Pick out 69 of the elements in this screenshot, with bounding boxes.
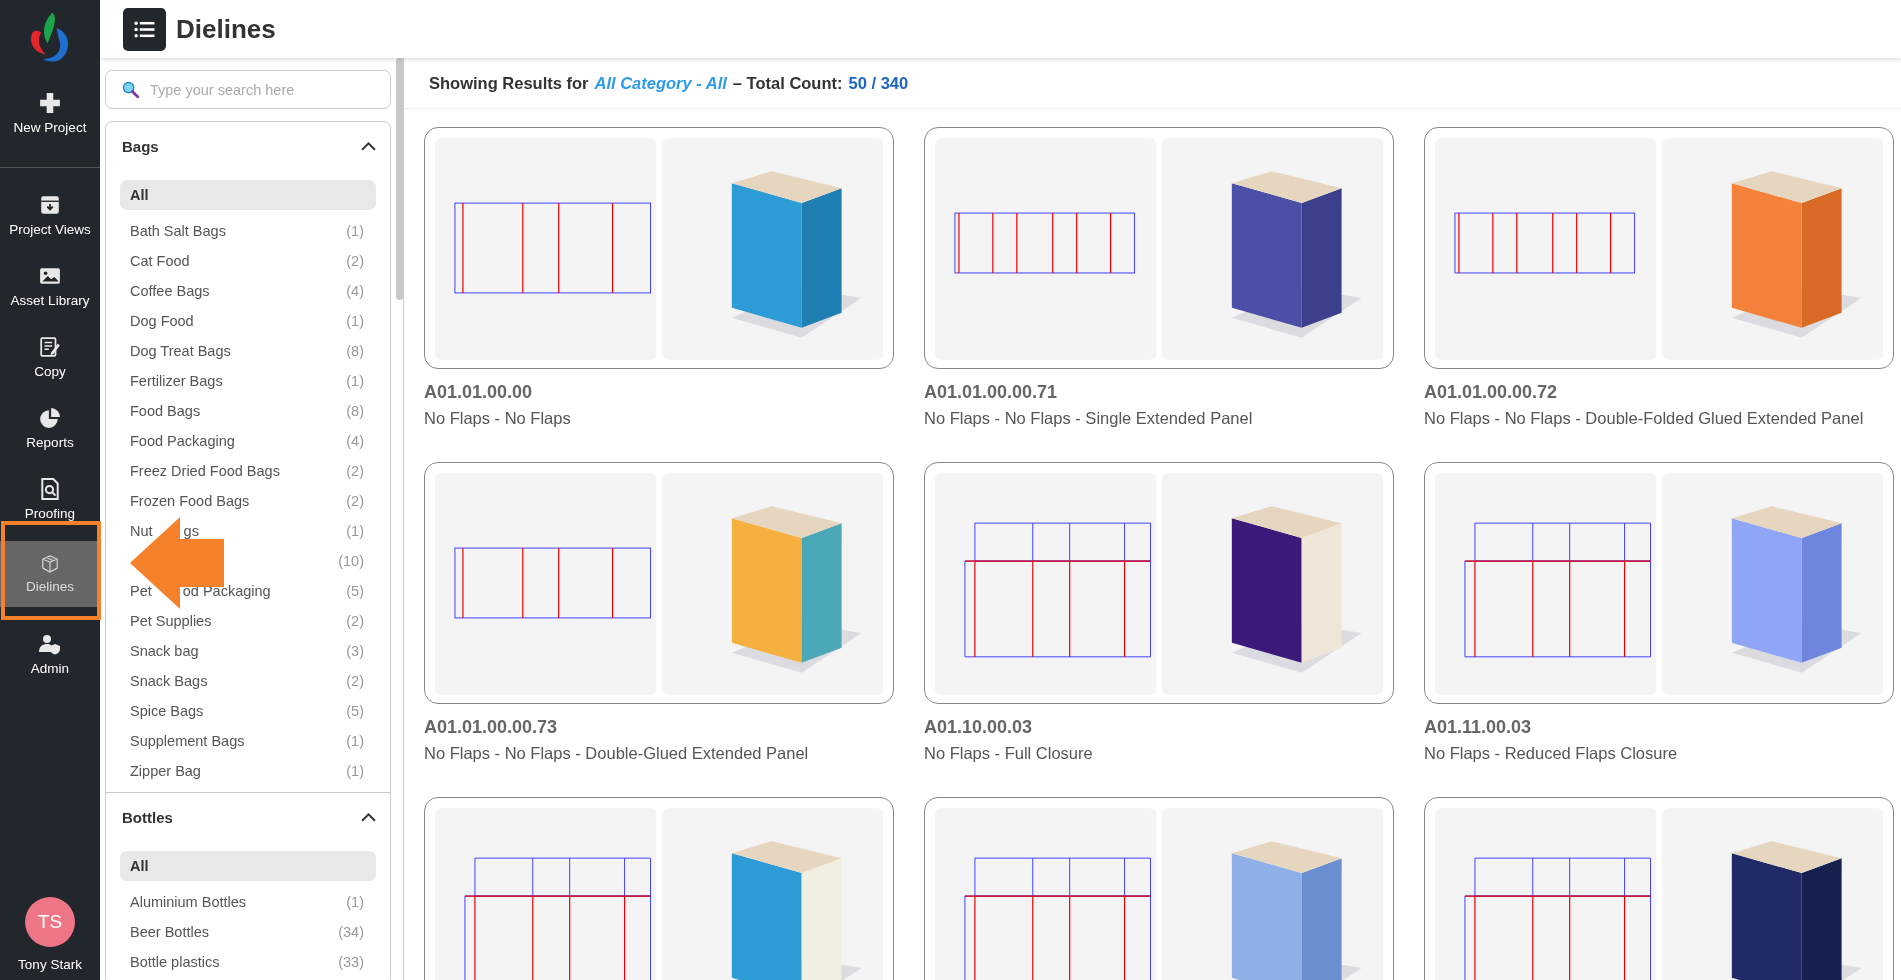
category-item[interactable]: Cat Food (2) <box>120 246 376 276</box>
dieline-description: No Flaps - Full Closure <box>924 744 1094 763</box>
user-name: Tony Stark <box>18 957 82 972</box>
category-item[interactable]: Fertilizer Bags (1) <box>120 366 376 396</box>
category-item[interactable]: Bath Salt Bags (1) <box>120 216 376 246</box>
category-item[interactable]: Bottle plastics (33) <box>120 947 376 977</box>
search-icon <box>122 81 139 98</box>
dieline-card[interactable] <box>1424 797 1894 980</box>
dieline-code: A01.01.00.00.73 <box>424 717 559 738</box>
nav-item[interactable]: Dielines <box>0 541 100 607</box>
document-search-icon <box>39 478 61 500</box>
archive-icon <box>39 194 61 216</box>
dieline-card[interactable] <box>924 462 1394 704</box>
nav-item[interactable]: New Project <box>0 88 100 168</box>
results-label: Showing Results for <box>429 73 589 93</box>
nav-item[interactable]: Proofing <box>0 464 100 535</box>
dieline-description: No Flaps - No Flaps - Double-Glued Extended Panel <box>424 744 810 763</box>
page-title: Dielines <box>176 13 276 45</box>
category-item[interactable]: Dog Treat Bags (8) <box>120 336 376 366</box>
category-item[interactable]: Pet Supplies (2) <box>120 606 376 636</box>
category-item[interactable]: Coffee Bags (4) <box>120 276 376 306</box>
category-item[interactable]: Supplement Bags (1) <box>120 726 376 756</box>
nav-item[interactable]: Reports <box>0 393 100 464</box>
dieline-description: No Flaps - No Flaps - Double-Folded Glued Extended Panel <box>1424 409 1865 428</box>
category-item[interactable]: Food Packaging (4) <box>120 426 376 456</box>
category-item[interactable]: All <box>120 851 376 881</box>
category-heading: Bottles <box>122 808 173 826</box>
dieline-description: No Flaps - No Flaps <box>424 409 572 428</box>
dieline-code: A01.01.00.00.72 <box>1424 382 1559 403</box>
category-item[interactable]: Spice Bags (5) <box>120 696 376 726</box>
category-heading: Bags <box>122 137 159 155</box>
dieline-card[interactable] <box>924 127 1394 369</box>
category-item[interactable]: Food Bags (8) <box>120 396 376 426</box>
category-item[interactable]: Zipper Bag (1) <box>120 756 376 786</box>
dieline-code: A01.11.00.03 <box>1424 717 1533 738</box>
category-item[interactable]: Snack Bags (2) <box>120 666 376 696</box>
category-item[interactable]: Beer Bottles (34) <box>120 917 376 947</box>
nav-item[interactable]: Copy <box>0 322 100 393</box>
chevron-icon[interactable] <box>361 812 376 822</box>
chevron-icon[interactable] <box>361 141 376 151</box>
user-shield-icon <box>39 633 61 655</box>
dieline-code: A01.10.00.03 <box>924 717 1034 738</box>
menu-button[interactable] <box>123 7 166 51</box>
category-item[interactable]: Pet od Packaging (5) <box>120 576 376 606</box>
image-icon <box>39 265 61 287</box>
pie-chart-icon <box>39 407 61 429</box>
category-filter-text: All Category - All <box>594 73 727 93</box>
dieline-description: No Flaps - Reduced Flaps Closure <box>1424 744 1679 763</box>
category-item[interactable]: All <box>120 180 376 210</box>
dieline-code: A01.01.00.00.71 <box>924 382 1059 403</box>
total-count: 50 / 340 <box>848 73 909 93</box>
plus-icon <box>39 92 61 114</box>
category-item[interactable]: Dog Food (1) <box>120 306 376 336</box>
box-icon <box>39 555 61 573</box>
dieline-description: No Flaps - No Flaps - Single Extended Panel <box>924 409 1254 428</box>
scrollbar-thumb[interactable] <box>396 58 403 300</box>
dieline-code: A01.01.00.00 <box>424 382 534 403</box>
nav-item[interactable]: Admin <box>0 619 100 690</box>
list-icon <box>134 20 155 38</box>
category-item[interactable]: Freez Dried Food Bags (2) <box>120 456 376 486</box>
total-count-label: – Total Count: <box>732 73 843 93</box>
category-item[interactable]: Frozen Food Bags (2) <box>120 486 376 516</box>
search-field[interactable]: Type your search here <box>105 70 391 109</box>
category-item[interactable]: Aluminium Bottles (1) <box>120 887 376 917</box>
category-item[interactable]: Nut gs (1) <box>120 516 376 546</box>
edit-document-icon <box>39 336 61 358</box>
category-item[interactable]: Snack bag (3) <box>120 636 376 666</box>
nav-item[interactable]: Project Views <box>0 180 100 251</box>
nav-item[interactable]: Asset Library <box>0 251 100 322</box>
